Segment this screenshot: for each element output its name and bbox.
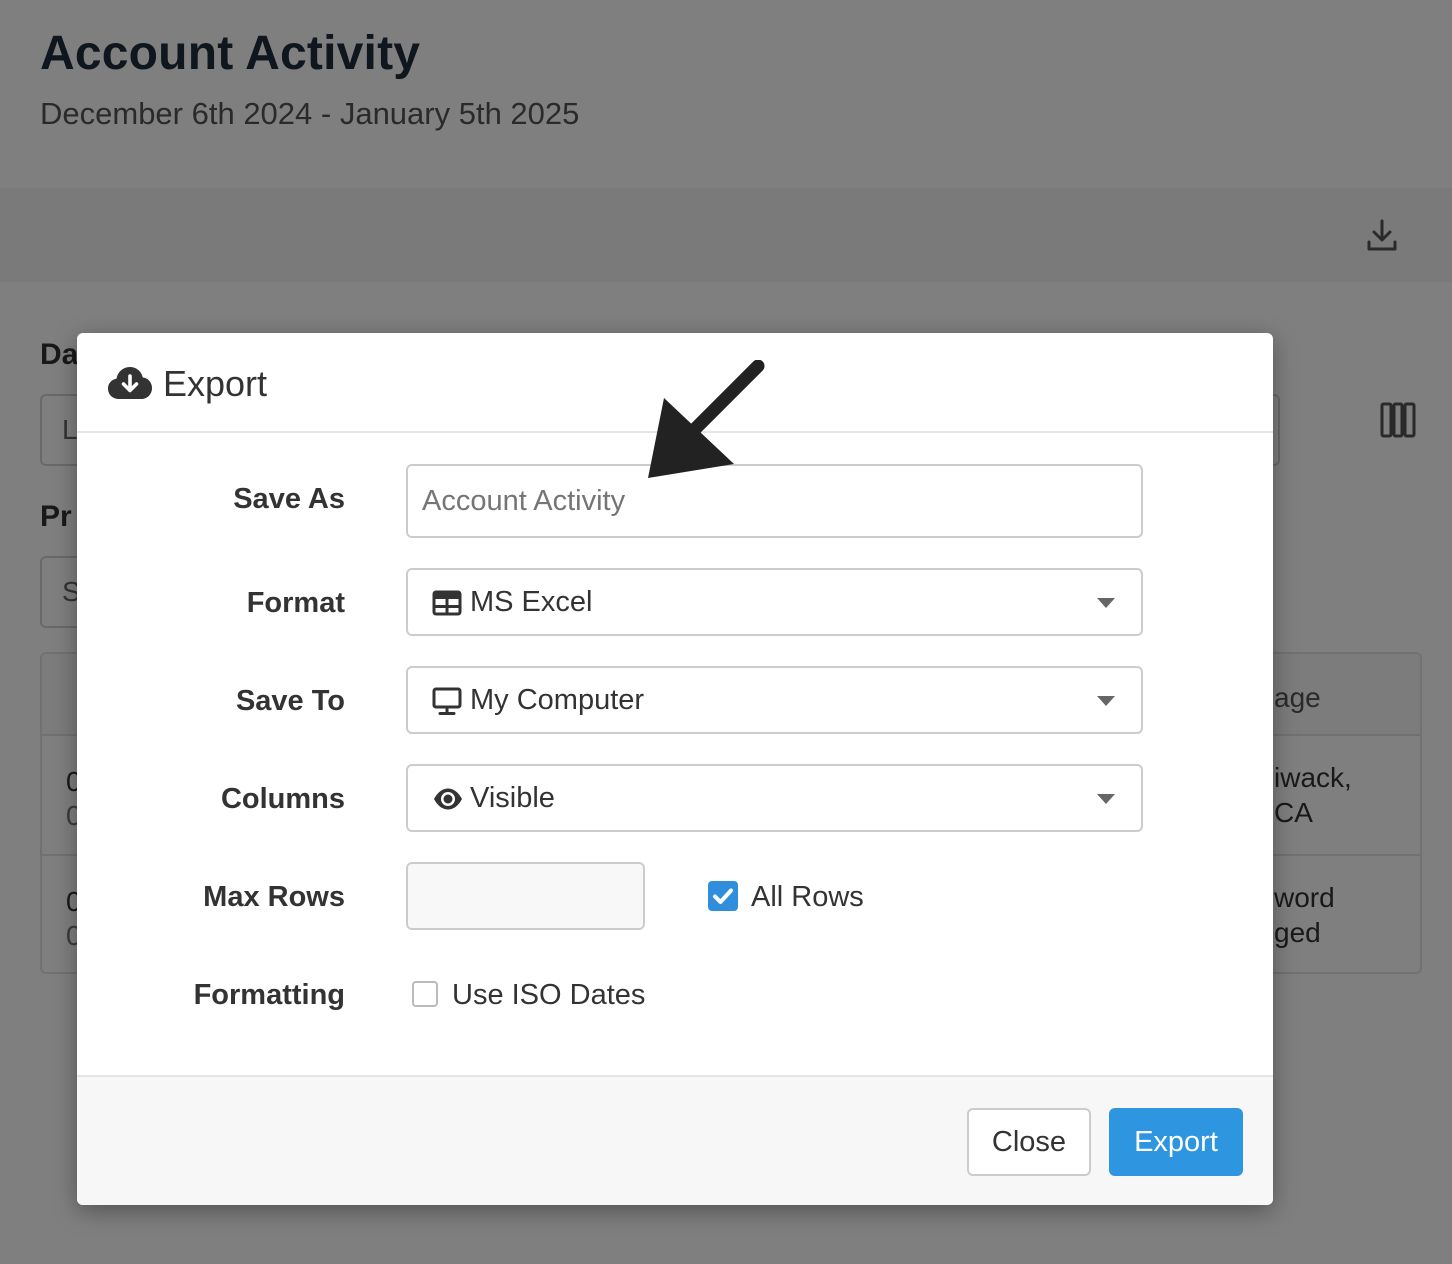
columns-select[interactable]: Visible [406, 764, 1143, 832]
save-as-input[interactable] [406, 464, 1143, 538]
modal-header: Export [77, 333, 1273, 433]
modal-title: Export [163, 363, 268, 404]
desktop-icon [432, 687, 462, 715]
columns-label: Columns [220, 783, 345, 815]
formatting-label: Formatting [193, 979, 345, 1011]
format-select[interactable]: MS Excel [406, 568, 1143, 636]
columns-value: Visible [470, 782, 555, 814]
export-button[interactable]: Export [1109, 1108, 1243, 1176]
chevron-down-icon [1097, 696, 1115, 706]
close-button[interactable]: Close [967, 1108, 1091, 1176]
save-as-label: Save As [233, 483, 345, 515]
table-icon [432, 590, 462, 616]
iso-dates-label[interactable]: Use ISO Dates [452, 979, 645, 1012]
format-value: MS Excel [470, 586, 593, 618]
format-label: Format [246, 587, 345, 619]
save-to-label: Save To [235, 685, 345, 717]
checkmark-icon [713, 888, 733, 904]
all-rows-checkbox[interactable] [708, 881, 738, 911]
save-to-value: My Computer [470, 684, 645, 716]
export-modal: Export Save As Format MS Excel Save To M… [77, 333, 1273, 1205]
max-rows-label: Max Rows [203, 881, 345, 913]
cloud-download-icon [108, 367, 152, 399]
iso-dates-checkbox[interactable] [412, 981, 438, 1007]
chevron-down-icon [1097, 794, 1115, 804]
modal-footer: Close Export [77, 1075, 1273, 1205]
eye-icon [434, 788, 462, 810]
max-rows-input[interactable] [406, 862, 645, 930]
chevron-down-icon [1097, 598, 1115, 608]
save-to-select[interactable]: My Computer [406, 666, 1143, 734]
all-rows-label[interactable]: All Rows [751, 881, 864, 914]
